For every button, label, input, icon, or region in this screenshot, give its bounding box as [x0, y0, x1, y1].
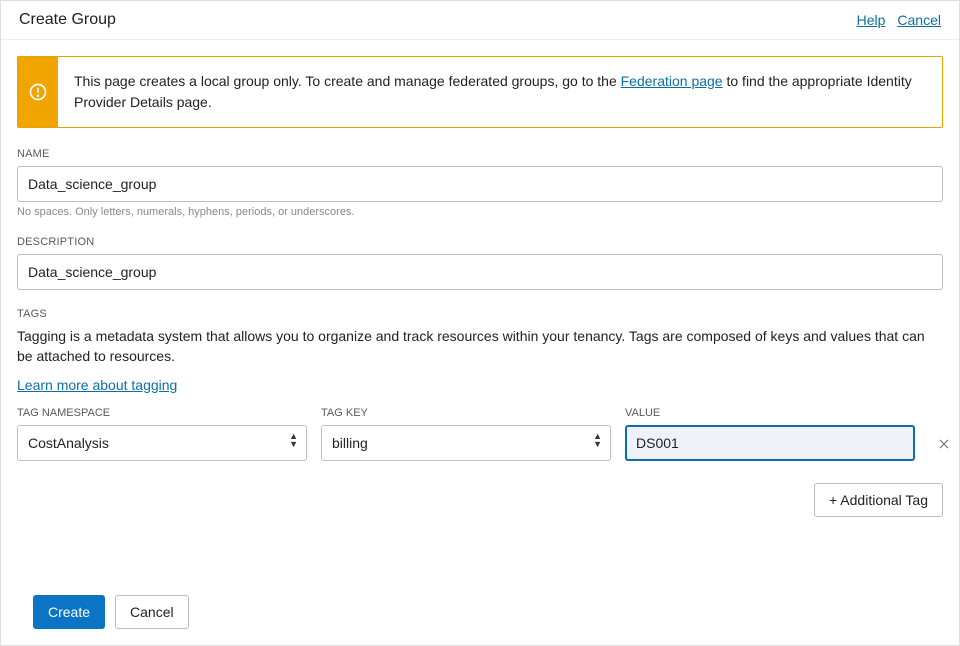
tag-namespace-select[interactable]: CostAnalysis ▲▼: [17, 425, 307, 461]
name-hint: No spaces. Only letters, numerals, hyphe…: [17, 206, 943, 218]
alert-text-prefix: This page creates a local group only. To…: [74, 73, 621, 89]
description-label: DESCRIPTION: [17, 236, 943, 248]
tags-label: TAGS: [17, 308, 943, 320]
name-input[interactable]: [17, 166, 943, 202]
titlebar: Create Group Help Cancel: [1, 1, 959, 40]
remove-tag-button[interactable]: [929, 425, 959, 463]
tags-description: Tagging is a metadata system that allows…: [17, 326, 943, 367]
close-icon: [937, 437, 951, 451]
chevron-updown-icon: ▲▼: [289, 432, 298, 448]
tag-namespace-label: TAG NAMESPACE: [17, 407, 307, 419]
learn-more-link[interactable]: Learn more about tagging: [17, 377, 177, 393]
alert-body: This page creates a local group only. To…: [58, 57, 942, 127]
info-alert: This page creates a local group only. To…: [17, 56, 943, 128]
tag-value-input[interactable]: [625, 425, 915, 461]
create-button[interactable]: Create: [33, 595, 105, 629]
cancel-link[interactable]: Cancel: [897, 12, 941, 28]
warning-icon: [18, 57, 58, 127]
tag-key-label: TAG KEY: [321, 407, 611, 419]
tag-value-label: VALUE: [625, 407, 915, 419]
tag-key-select[interactable]: billing ▲▼: [321, 425, 611, 461]
description-input[interactable]: [17, 254, 943, 290]
tag-key-value: billing: [332, 435, 368, 451]
page-title: Create Group: [19, 11, 116, 29]
federation-link[interactable]: Federation page: [621, 73, 723, 89]
help-link[interactable]: Help: [857, 12, 886, 28]
add-tag-button[interactable]: + Additional Tag: [814, 483, 943, 517]
cancel-button[interactable]: Cancel: [115, 595, 189, 629]
tag-namespace-value: CostAnalysis: [28, 435, 109, 451]
name-label: NAME: [17, 148, 943, 160]
chevron-updown-icon: ▲▼: [593, 432, 602, 448]
